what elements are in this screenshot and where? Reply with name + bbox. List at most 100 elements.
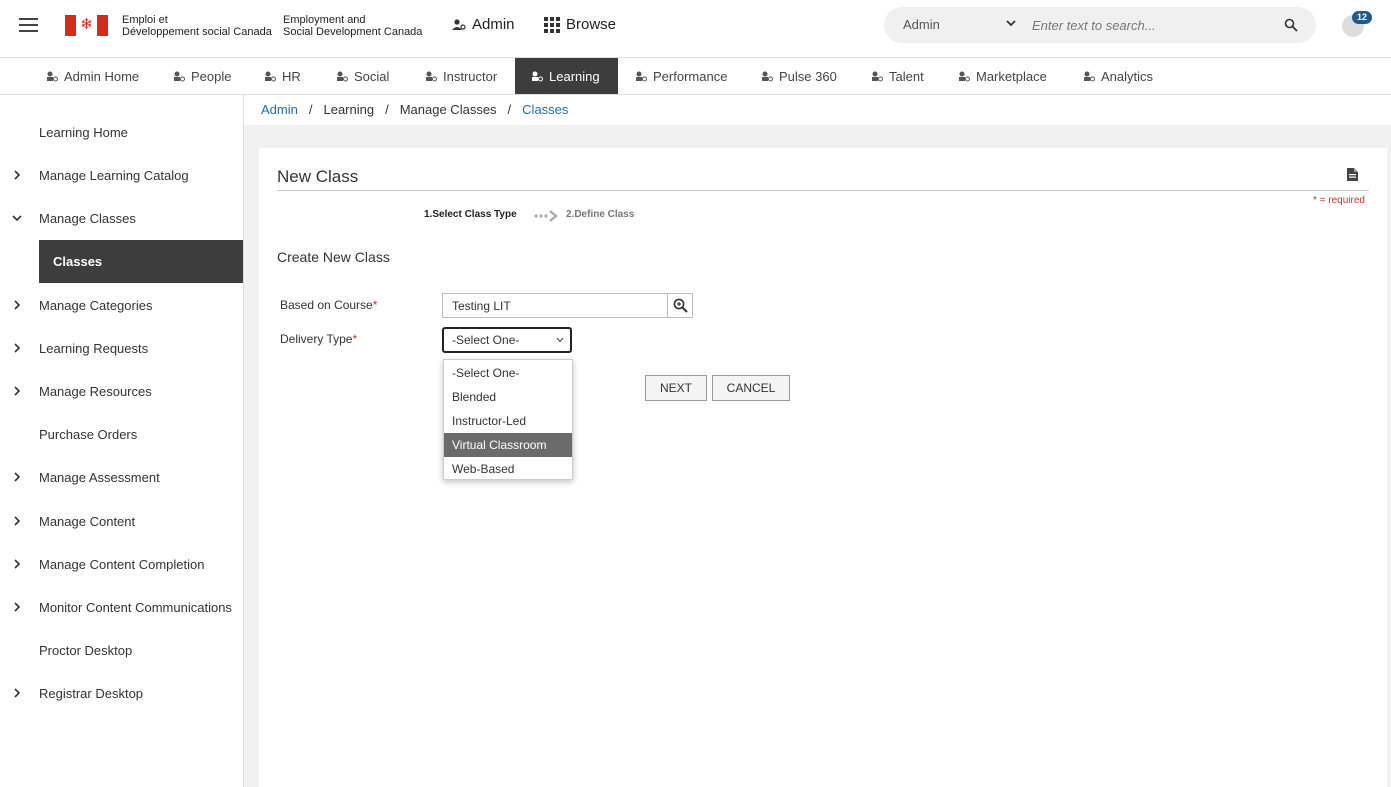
admin-menu-link[interactable]: Admin — [452, 16, 515, 33]
sidebar-item-label: Monitor Content Communications — [39, 600, 232, 615]
cancel-button[interactable]: CANCEL — [712, 375, 790, 401]
course-field-label: Based on Course* — [280, 298, 378, 312]
breadcrumb-separator: / — [507, 102, 512, 117]
wizard-step-1: 1.Select Class Type — [424, 209, 517, 220]
delivery-option-blended[interactable]: Blended — [444, 385, 572, 409]
chevron-right-icon[interactable] — [12, 342, 22, 354]
browse-menu-link[interactable]: Browse — [544, 16, 616, 33]
talent-icon — [872, 71, 883, 82]
course-lookup-button[interactable] — [667, 293, 693, 318]
nav-tab-analytics[interactable]: Analytics — [1067, 58, 1169, 94]
admin-user-icon — [452, 18, 466, 30]
social-icon — [337, 71, 348, 82]
nav-tab-performance[interactable]: Performance — [619, 58, 743, 94]
hamburger-menu-icon[interactable] — [19, 18, 38, 32]
nav-tab-label: Instructor — [443, 68, 498, 84]
sidebar-item-proctor-desktop[interactable]: Proctor Desktop — [0, 629, 243, 672]
breadcrumb-admin[interactable]: Admin — [261, 102, 298, 117]
sidebar-item-label: Manage Categories — [39, 298, 153, 313]
marketplace-icon — [959, 71, 970, 82]
sidebar-item-manage-assessment[interactable]: Manage Assessment — [0, 456, 243, 499]
canada-flag-logo: ❄ — [65, 15, 108, 36]
search-icon[interactable] — [1284, 18, 1298, 32]
search-scope-select[interactable]: Admin — [903, 17, 940, 32]
content-panel — [259, 148, 1387, 787]
chevron-right-icon[interactable] — [12, 385, 22, 397]
grid-icon — [544, 16, 560, 33]
sidebar-item-registrar-desktop[interactable]: Registrar Desktop — [0, 672, 243, 715]
required-note: * = required — [1313, 195, 1365, 206]
sidebar-item-learning-requests[interactable]: Learning Requests — [0, 327, 243, 370]
delivery-option-virtual-classroom[interactable]: Virtual Classroom — [444, 433, 572, 457]
sidebar-item-classes[interactable]: Classes — [39, 240, 243, 283]
global-search-bar: Admin — [884, 7, 1316, 43]
nav-tab-talent[interactable]: Talent — [855, 58, 940, 94]
breadcrumb-classes[interactable]: Classes — [522, 102, 568, 117]
sidebar-item-manage-categories[interactable]: Manage Categories — [0, 284, 243, 327]
chevron-right-icon[interactable] — [12, 515, 22, 527]
breadcrumb-manage-classes: Manage Classes — [399, 102, 497, 117]
title-divider — [277, 190, 1369, 191]
chevron-right-icon[interactable] — [12, 687, 22, 699]
chevron-right-icon[interactable] — [12, 558, 22, 570]
course-field[interactable]: Testing LIT — [442, 293, 668, 318]
delivery-option-select-one[interactable]: -Select One- — [444, 361, 572, 385]
sidebar-item-purchase-orders[interactable]: Purchase Orders — [0, 413, 243, 456]
sidebar-item-label: Manage Content Completion — [39, 557, 205, 572]
nav-tab-learning[interactable]: Learning — [515, 58, 618, 94]
chevron-down-icon[interactable] — [12, 212, 22, 224]
next-button[interactable]: NEXT — [645, 375, 707, 401]
document-icon[interactable] — [1347, 168, 1358, 181]
step-arrow-icon — [534, 210, 558, 222]
nav-tab-social[interactable]: Social — [320, 58, 405, 94]
delivery-type-selected: -Select One- — [452, 333, 520, 347]
sidebar-item-manage-content[interactable]: Manage Content — [0, 500, 243, 543]
nav-tab-label: Social — [354, 68, 390, 84]
delivery-option-web-based[interactable]: Web-Based — [444, 457, 572, 481]
learning-icon — [532, 71, 543, 82]
breadcrumb-separator: / — [308, 102, 313, 117]
sidebar-item-label: Learning Home — [39, 125, 128, 140]
chevron-right-icon[interactable] — [12, 601, 22, 613]
notification-badge[interactable]: 12 — [1352, 11, 1372, 24]
page-title: New Class — [277, 167, 359, 186]
chevron-down-icon[interactable] — [1006, 18, 1016, 28]
instructor-icon — [426, 71, 437, 82]
analytics-icon — [1084, 71, 1095, 82]
sidebar-item-manage-resources[interactable]: Manage Resources — [0, 370, 243, 413]
nav-tab-people[interactable]: People — [157, 58, 247, 94]
zoom-search-icon — [673, 298, 688, 313]
nav-tab-label: Pulse 360 — [779, 68, 837, 84]
nav-tab-instructor[interactable]: Instructor — [409, 58, 513, 94]
sidebar-item-label: Registrar Desktop — [39, 686, 144, 701]
delivery-option-instructor-led[interactable]: Instructor-Led — [444, 409, 572, 433]
nav-tab-admin-home[interactable]: Admin Home — [30, 58, 155, 94]
nav-tab-hr[interactable]: HR — [248, 58, 317, 94]
wizard-step-2: 2.Define Class — [566, 209, 635, 220]
admin-label: Admin — [472, 16, 515, 33]
nav-tab-marketplace[interactable]: Marketplace — [942, 58, 1063, 94]
people-icon — [174, 71, 185, 82]
sidebar-item-monitor-content-communications[interactable]: Monitor Content Communications — [0, 586, 243, 629]
gov-name-fr: Emploi et Développement social Canada — [122, 14, 272, 38]
sidebar-item-manage-learning-catalog[interactable]: Manage Learning Catalog — [0, 154, 243, 197]
sidebar-item-manage-classes[interactable]: Manage Classes — [0, 197, 243, 240]
delivery-type-select[interactable]: -Select One- — [442, 327, 572, 353]
search-input[interactable] — [1032, 15, 1272, 35]
chevron-right-icon[interactable] — [12, 169, 22, 181]
sidebar-item-manage-content-completion[interactable]: Manage Content Completion — [0, 543, 243, 586]
nav-tab-pulse-360[interactable]: Pulse 360 — [745, 58, 853, 94]
nav-tab-label: HR — [282, 68, 301, 84]
sidebar-item-label: Learning Requests — [39, 341, 149, 356]
sidebar-item-learning-home[interactable]: Learning Home — [0, 111, 243, 154]
delivery-type-dropdown: -Select One- Blended Instructor-Led Virtual… — [443, 359, 573, 480]
sidebar-item-label: Manage Content — [39, 514, 136, 529]
nav-tab-label: People — [191, 68, 232, 84]
chevron-right-icon[interactable] — [12, 299, 22, 311]
sidebar-item-label: Manage Resources — [39, 384, 152, 399]
chevron-right-icon[interactable] — [12, 471, 22, 483]
sidebar-item-label: Proctor Desktop — [39, 643, 133, 658]
nav-tab-label: Marketplace — [976, 68, 1047, 84]
sidebar-item-label: Manage Assessment — [39, 470, 160, 485]
sidebar-item-label: Manage Classes — [39, 211, 136, 226]
